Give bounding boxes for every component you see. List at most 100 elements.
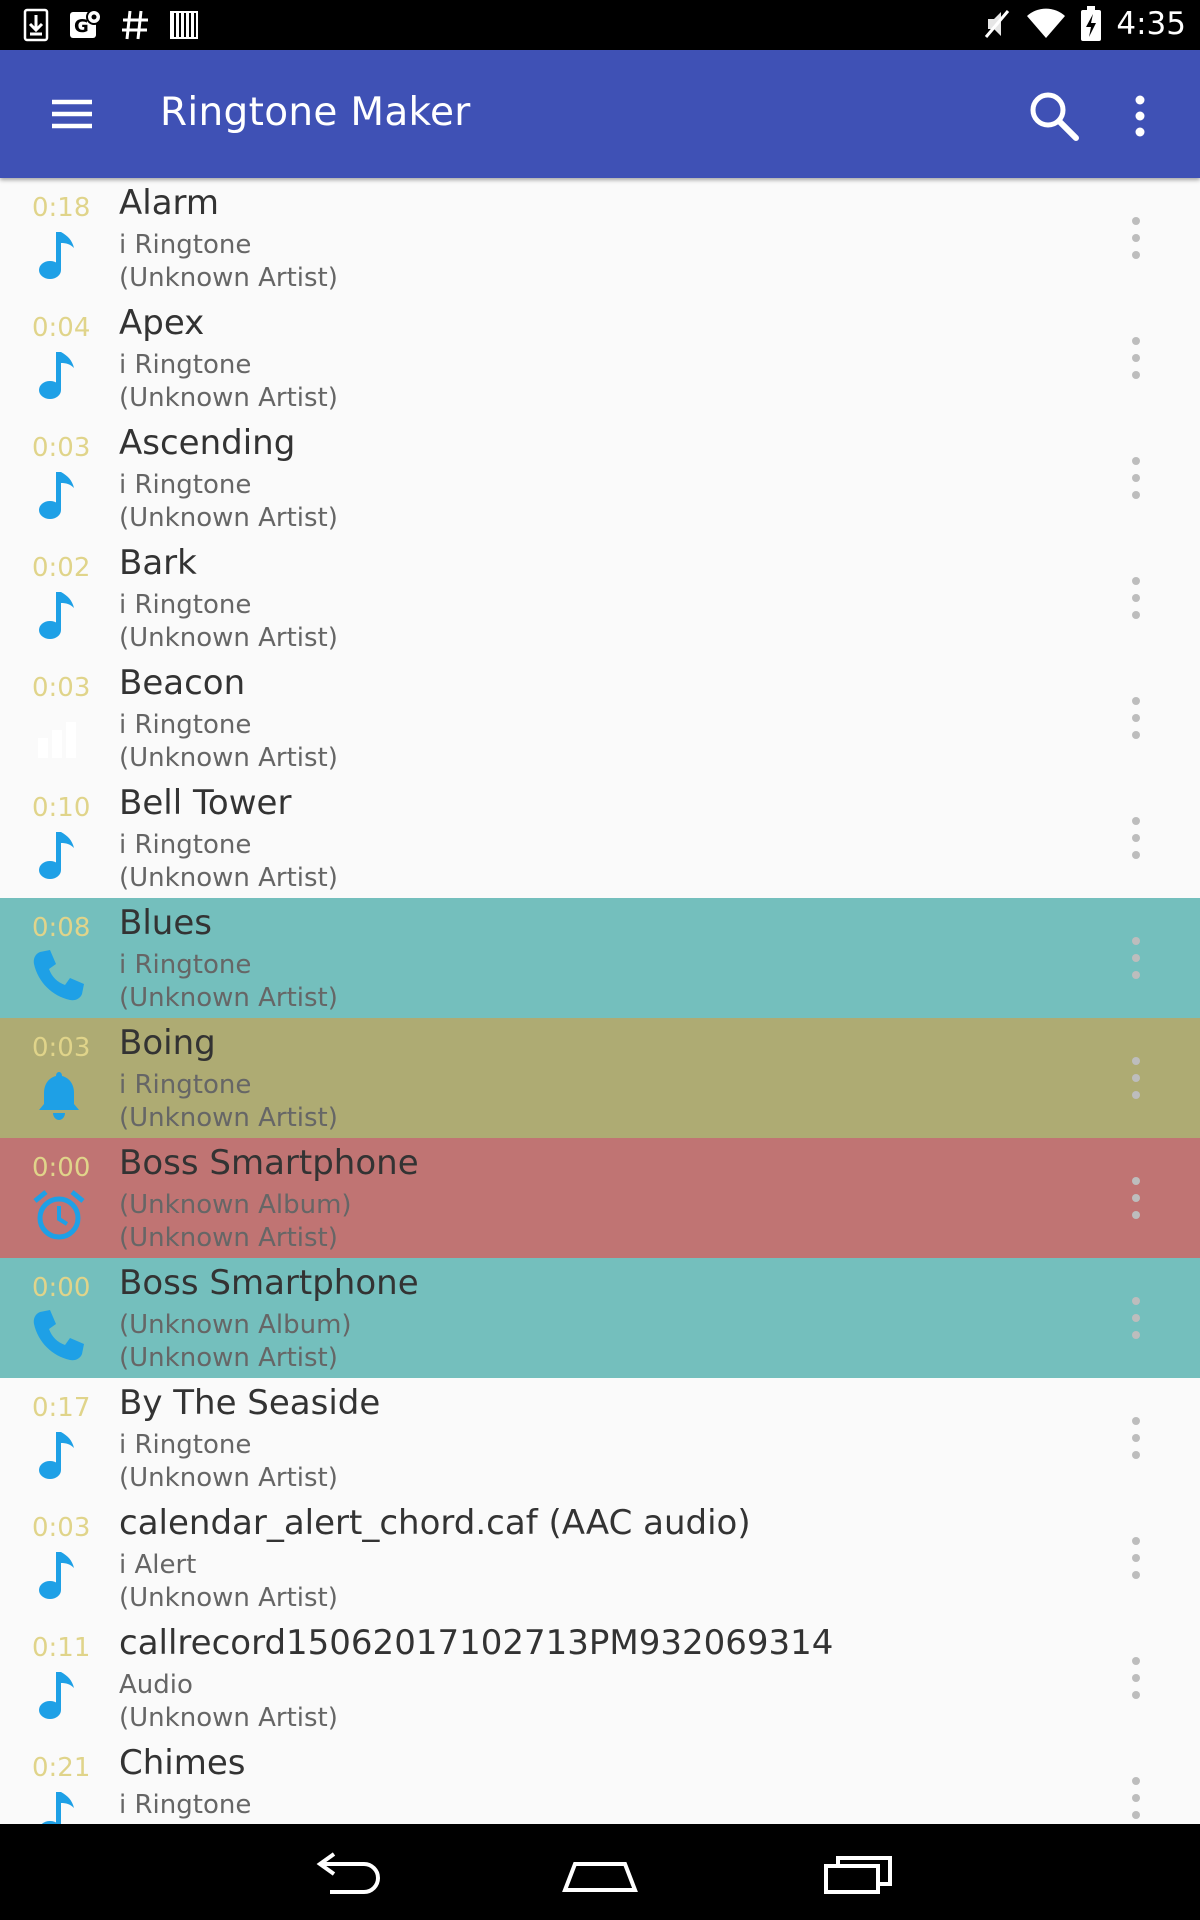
duration-label: 0:03 xyxy=(32,1033,91,1063)
item-title: Boing xyxy=(119,1023,216,1063)
list-item[interactable]: 0:00 Boss Smartphone (Unknown Album) (Unkno… xyxy=(0,1258,1200,1378)
item-more-icon[interactable] xyxy=(1118,453,1154,503)
duration-label: 0:02 xyxy=(32,553,91,583)
bar-chart-icon xyxy=(30,706,88,764)
list-item[interactable]: 0:18 Alarm i Ringtone (Unknown Artist) xyxy=(0,178,1200,298)
duration-label: 0:03 xyxy=(32,673,91,703)
duration-label: 0:00 xyxy=(32,1153,91,1183)
status-right-icons: 4:35 xyxy=(982,6,1186,42)
item-more-icon[interactable] xyxy=(1118,693,1154,743)
list-item[interactable]: 0:00 Boss Smartphone (Unknown Album) (Unkno… xyxy=(0,1138,1200,1258)
item-album: (Unknown Album) xyxy=(119,1310,352,1340)
music-note-icon xyxy=(30,226,88,284)
list-item[interactable]: 0:08 Blues i Ringtone (Unknown Artist) xyxy=(0,898,1200,1018)
item-title: Beacon xyxy=(119,663,246,703)
item-album: i Ringtone xyxy=(119,1070,252,1100)
duration-label: 0:17 xyxy=(32,1393,91,1423)
item-album: i Ringtone xyxy=(119,950,252,980)
duration-label: 0:03 xyxy=(32,433,91,463)
app-title: Ringtone Maker xyxy=(160,90,471,135)
duration-label: 0:18 xyxy=(32,193,91,223)
duration-label: 0:10 xyxy=(32,793,91,823)
item-artist: (Unknown Artist) xyxy=(119,1223,338,1253)
item-title: callrecord15062017102713PM932069314 xyxy=(119,1623,834,1663)
item-album: Audio xyxy=(119,1670,193,1700)
item-artist: (Unknown Artist) xyxy=(119,1463,338,1493)
list-item[interactable]: 0:03 Ascending i Ringtone (Unknown Artist) xyxy=(0,418,1200,538)
gmail-maps-icon: G xyxy=(70,9,102,38)
duration-label: 0:08 xyxy=(32,913,91,943)
list-item[interactable]: 0:03 calendar_alert_chord.caf (AAC audio)… xyxy=(0,1498,1200,1618)
status-left-icons: G xyxy=(22,8,200,42)
item-more-icon[interactable] xyxy=(1118,1173,1154,1223)
item-title: Chimes xyxy=(119,1743,246,1783)
item-title: Bell Tower xyxy=(119,783,292,823)
music-note-icon xyxy=(30,466,88,524)
item-title: Boss Smartphone xyxy=(119,1143,419,1183)
music-note-icon xyxy=(30,346,88,404)
bell-icon xyxy=(30,1066,88,1124)
item-more-icon[interactable] xyxy=(1118,213,1154,263)
item-more-icon[interactable] xyxy=(1118,1293,1154,1343)
duration-label: 0:00 xyxy=(32,1273,91,1303)
music-note-icon xyxy=(30,1666,88,1724)
list-item[interactable]: 0:03 Beacon i Ringtone (Unknown Artist) xyxy=(0,658,1200,778)
list-item[interactable]: 0:21 Chimes i Ringtone xyxy=(0,1738,1200,1824)
item-album: i Ringtone xyxy=(119,710,252,740)
hash-icon xyxy=(122,10,148,40)
item-artist: (Unknown Artist) xyxy=(119,1103,338,1133)
home-icon[interactable] xyxy=(555,1842,645,1902)
item-more-icon[interactable] xyxy=(1118,1773,1154,1823)
item-artist: (Unknown Artist) xyxy=(119,1703,338,1733)
list-item[interactable]: 0:02 Bark i Ringtone (Unknown Artist) xyxy=(0,538,1200,658)
item-album: i Ringtone xyxy=(119,350,252,380)
overflow-menu-icon[interactable] xyxy=(1120,86,1160,146)
item-more-icon[interactable] xyxy=(1118,333,1154,383)
music-note-icon xyxy=(30,1786,88,1824)
item-title: Ascending xyxy=(119,423,296,463)
list-item[interactable]: 0:17 By The Seaside i Ringtone (Unknown Art… xyxy=(0,1378,1200,1498)
item-title: Alarm xyxy=(119,183,220,223)
battery-charging-icon xyxy=(1081,6,1102,41)
list-item[interactable]: 0:04 Apex i Ringtone (Unknown Artist) xyxy=(0,298,1200,418)
duration-label: 0:04 xyxy=(32,313,91,343)
status-clock: 4:35 xyxy=(1116,6,1186,42)
item-title: Bark xyxy=(119,543,197,583)
search-icon[interactable] xyxy=(1024,86,1084,146)
item-title: Blues xyxy=(119,903,212,943)
list-item[interactable]: 0:03 Boing i Ringtone (Unknown Artist) xyxy=(0,1018,1200,1138)
mute-icon xyxy=(985,10,1010,38)
status-bar: G 4:35 xyxy=(0,0,1200,50)
download-icon xyxy=(23,8,49,42)
item-more-icon[interactable] xyxy=(1118,1413,1154,1463)
item-artist: (Unknown Artist) xyxy=(119,1583,338,1613)
music-note-icon xyxy=(30,1546,88,1604)
item-more-icon[interactable] xyxy=(1118,1053,1154,1103)
item-more-icon[interactable] xyxy=(1118,933,1154,983)
item-more-icon[interactable] xyxy=(1118,1653,1154,1703)
item-artist: (Unknown Artist) xyxy=(119,623,338,653)
navigation-bar xyxy=(0,1824,1200,1920)
back-icon[interactable] xyxy=(302,1842,392,1902)
item-more-icon[interactable] xyxy=(1118,573,1154,623)
item-album: i Ringtone xyxy=(119,1790,252,1820)
phone-icon xyxy=(30,1306,88,1364)
item-more-icon[interactable] xyxy=(1118,1533,1154,1583)
item-more-icon[interactable] xyxy=(1118,813,1154,863)
app-toolbar: Ringtone Maker xyxy=(0,50,1200,178)
item-artist: (Unknown Artist) xyxy=(119,983,338,1013)
alarm-clock-icon xyxy=(30,1186,88,1244)
recents-icon[interactable] xyxy=(812,1842,902,1902)
item-album: i Ringtone xyxy=(119,470,252,500)
item-artist: (Unknown Artist) xyxy=(119,383,338,413)
menu-icon[interactable] xyxy=(44,88,100,140)
list-item[interactable]: 0:10 Bell Tower i Ringtone (Unknown Artist) xyxy=(0,778,1200,898)
item-title: calendar_alert_chord.caf (AAC audio) xyxy=(119,1503,751,1543)
item-album: i Ringtone xyxy=(119,230,252,260)
item-title: By The Seaside xyxy=(119,1383,381,1423)
music-note-icon xyxy=(30,1426,88,1484)
item-artist: (Unknown Artist) xyxy=(119,863,338,893)
item-album: i Ringtone xyxy=(119,1430,252,1460)
list-item[interactable]: 0:11 callrecord15062017102713PM932069314 A… xyxy=(0,1618,1200,1738)
ringtone-list[interactable]: 0:18 Alarm i Ringtone (Unknown Artist) 0:04 A… xyxy=(0,178,1200,1824)
